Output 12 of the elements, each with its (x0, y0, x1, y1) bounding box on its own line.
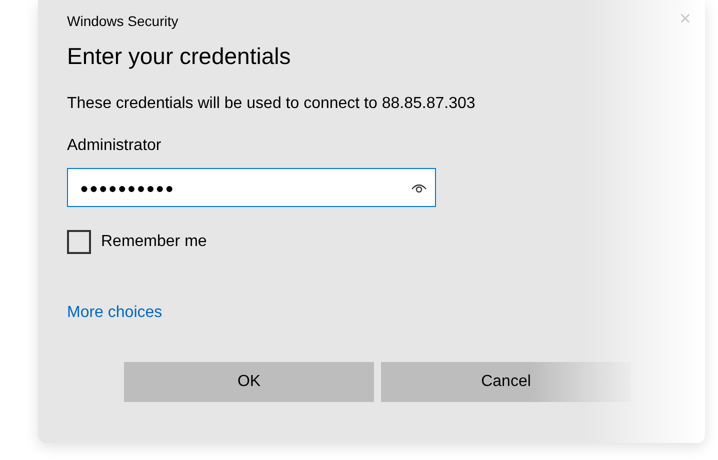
password-field[interactable]: ●●●●●●●●●● (67, 168, 436, 207)
message-text: These credentials will be used to connect to 88.85.87.303 (67, 95, 476, 113)
username-label: Administrator (67, 137, 162, 155)
remember-label: Remember me (101, 233, 207, 251)
password-value: ●●●●●●●●●● (80, 180, 176, 196)
window-title: Windows Security (67, 13, 178, 29)
reveal-password-icon[interactable] (411, 182, 427, 194)
ok-button[interactable]: OK (124, 362, 374, 402)
cancel-button[interactable]: Cancel (381, 362, 631, 402)
dialog-heading: Enter your credentials (67, 43, 291, 70)
more-choices-link[interactable]: More choices (67, 304, 162, 322)
remember-checkbox[interactable] (67, 230, 91, 254)
